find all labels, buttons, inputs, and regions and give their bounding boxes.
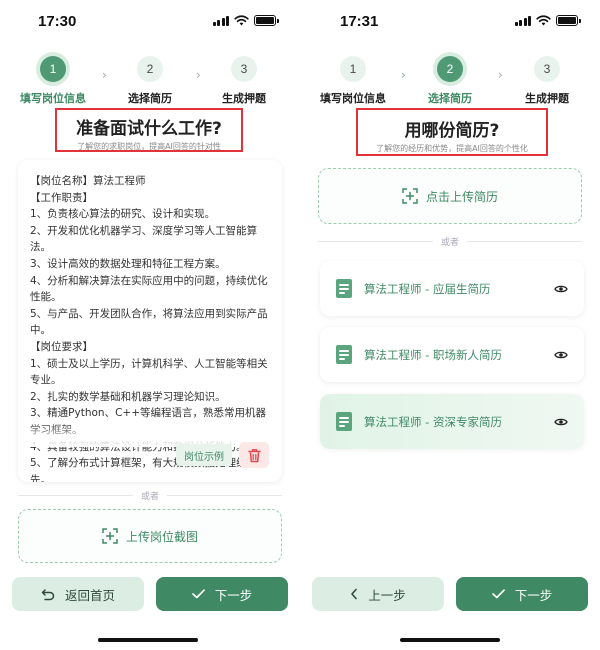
- trash-icon: [247, 448, 261, 462]
- upload-label: 点击上传简历: [425, 189, 498, 204]
- undo-arrow-icon: [41, 588, 55, 600]
- step-1: 1 填写岗位信息: [308, 56, 398, 106]
- cellular-signal-icon: [514, 15, 531, 26]
- screen-job-info: 17:30 1 填写岗位信息 › 2 选择简历 › 3 生成押题 准备面试什么工…: [0, 0, 296, 650]
- step-2-label: 选择简历: [128, 92, 172, 105]
- clear-button[interactable]: [239, 442, 269, 468]
- job-description-line: 【岗位名称】算法工程师: [30, 175, 146, 187]
- upload-label: 上传岗位截图: [125, 529, 198, 544]
- wifi-icon: [536, 15, 551, 26]
- step-1-label: 填写岗位信息: [320, 92, 386, 105]
- page-title: 用哪份简历?: [404, 121, 500, 141]
- or-divider: 或者: [318, 235, 582, 248]
- step-3-label: 生成押题: [525, 92, 569, 105]
- page-header: 用哪份简历? 了解您的经历和优势，提高AI回答的个性化: [356, 108, 548, 156]
- job-description-line: 4、分析和解决算法在实际应用中的问题，持续优化性能。: [30, 274, 268, 304]
- status-time: 17:30: [38, 13, 77, 30]
- battery-icon: [556, 15, 581, 26]
- job-description-line: 2、扎实的数学基础和机器学习理论知识。: [30, 390, 226, 403]
- status-bar: 17:31: [302, 0, 598, 44]
- screen-select-resume: 17:31 1 填写岗位信息 › 2 选择简历 › 3 生成押题 用哪份简历? …: [302, 0, 598, 650]
- eye-icon[interactable]: [554, 284, 568, 294]
- resume-title: 算法工程师 - 应届生简历: [364, 281, 491, 296]
- step-2-circle: 2: [137, 56, 163, 82]
- job-description-line: 5、了解分布式计算框架，有大规模数据处理经验优先。: [30, 457, 268, 482]
- eye-icon[interactable]: [554, 417, 568, 427]
- next-button[interactable]: 下一步: [456, 577, 588, 611]
- home-indicator: [98, 638, 198, 642]
- previous-step-button[interactable]: 上一步: [312, 577, 444, 611]
- resume-item-0[interactable]: 算法工程师 - 应届生简历: [320, 261, 584, 316]
- step-3: 3 生成押题: [502, 56, 592, 106]
- step-1-circle: 1: [340, 56, 366, 82]
- document-icon: [336, 345, 352, 364]
- step-indicator: 1 填写岗位信息 › 2 选择简历 › 3 生成押题: [0, 56, 296, 106]
- cellular-signal-icon: [212, 15, 229, 26]
- document-icon: [336, 412, 352, 431]
- job-description-line: 3、设计高效的数据处理和特征工程方案。: [30, 257, 226, 270]
- step-indicator: 1 填写岗位信息 › 2 选择简历 › 3 生成押题: [302, 56, 598, 106]
- plus-in-corners-icon: [402, 188, 418, 204]
- step-2-circle: 2: [437, 56, 463, 82]
- page-subtitle: 了解您的经历和优势，提高AI回答的个性化: [376, 144, 528, 153]
- step-3-label: 生成押题: [222, 92, 266, 105]
- step-3-circle: 3: [231, 56, 257, 82]
- step-3: 3 生成押题: [199, 56, 289, 106]
- resume-title: 算法工程师 - 资深专家简历: [364, 414, 502, 429]
- page-header: 准备面试什么工作? 了解您的求职岗位，提高AI回答的针对性: [55, 108, 243, 152]
- status-time: 17:31: [340, 13, 379, 30]
- chevron-left-icon: [351, 588, 358, 600]
- or-divider: 或者: [18, 489, 282, 502]
- eye-icon[interactable]: [554, 350, 568, 360]
- wifi-icon: [234, 15, 249, 26]
- job-description-line: 1、负责核心算法的研究、设计和实现。: [30, 208, 216, 221]
- upload-job-screenshot-button[interactable]: 上传岗位截图: [18, 509, 282, 563]
- step-2: 2 选择简历: [405, 56, 495, 106]
- job-description-line: 2、开发和优化机器学习、深度学习等人工智能算法。: [30, 224, 258, 254]
- page-subtitle: 了解您的求职岗位，提高AI回答的针对性: [77, 142, 221, 151]
- step-2: 2 选择简历: [105, 56, 195, 106]
- job-description-input[interactable]: 【岗位名称】算法工程师 【工作职责】 1、负责核心算法的研究、设计和实现。 2、开发和…: [18, 160, 282, 482]
- step-1-circle: 1: [40, 56, 66, 82]
- job-description-line: 【工作职责】: [30, 191, 93, 204]
- upload-resume-button[interactable]: 点击上传简历: [318, 168, 582, 224]
- battery-icon: [254, 15, 279, 26]
- next-button[interactable]: 下一步: [156, 577, 288, 611]
- job-description-line: 5、与产品、开发团队合作，将算法应用到实际产品中。: [30, 307, 268, 337]
- status-bar: 17:30: [0, 0, 296, 44]
- resume-title: 算法工程师 - 职场新人简历: [364, 347, 502, 362]
- job-description-line: 1、硕士及以上学历，计算机科学、人工智能等相关专业。: [30, 357, 268, 387]
- resume-item-2-selected[interactable]: 算法工程师 - 资深专家简历: [320, 394, 584, 449]
- page-title: 准备面试什么工作?: [76, 119, 222, 139]
- document-icon: [336, 279, 352, 298]
- back-home-button[interactable]: 返回首页: [12, 577, 144, 611]
- step-3-circle: 3: [534, 56, 560, 82]
- checkmark-icon: [491, 589, 505, 599]
- resume-item-1[interactable]: 算法工程师 - 职场新人简历: [320, 327, 584, 382]
- step-1: 1 填写岗位信息: [8, 56, 98, 106]
- step-2-label: 选择简历: [428, 92, 472, 105]
- job-description-line: 【岗位要求】: [30, 340, 93, 353]
- plus-in-corners-icon: [102, 528, 118, 544]
- step-1-label: 填写岗位信息: [20, 92, 86, 105]
- home-indicator: [400, 638, 500, 642]
- job-example-button[interactable]: 岗位示例: [176, 444, 232, 466]
- checkmark-icon: [191, 589, 205, 599]
